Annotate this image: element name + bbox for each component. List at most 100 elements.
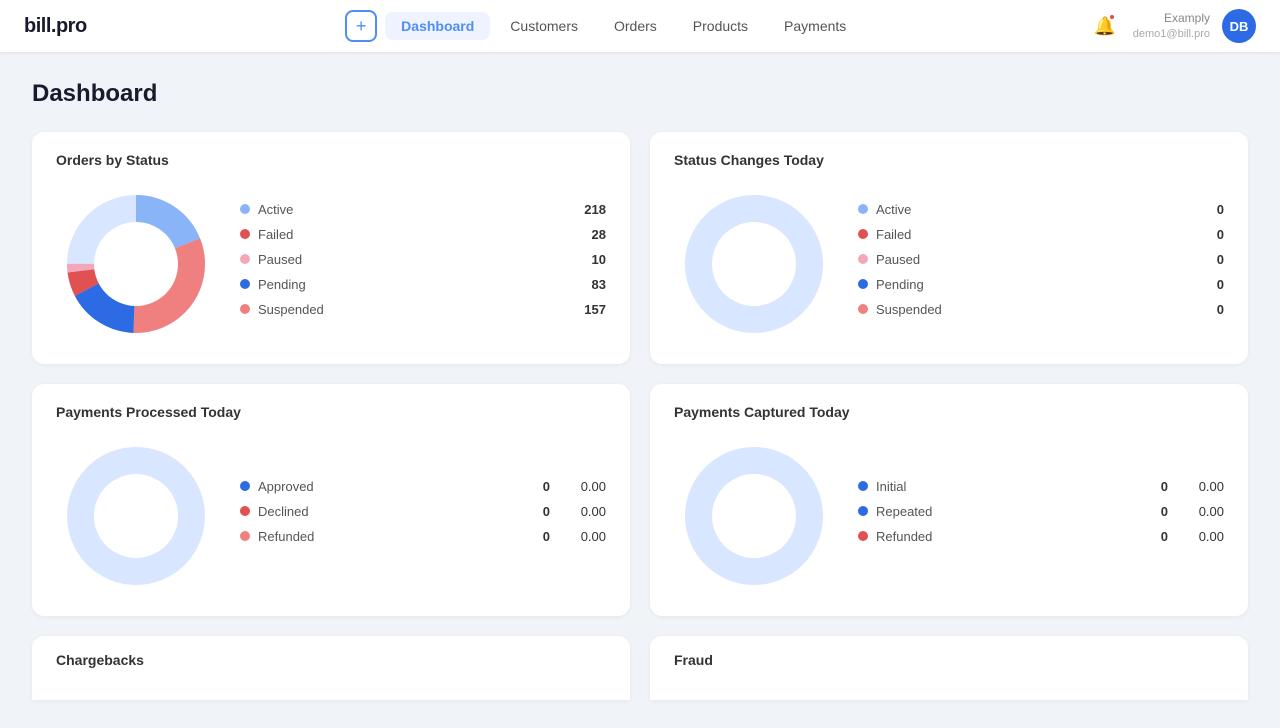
pc-repeated-amount: 0.00 xyxy=(1176,504,1224,519)
pp-legend-approved: Approved 0 0.00 xyxy=(240,479,606,494)
payments-processed-donut xyxy=(56,436,216,596)
sc-legend-paused: Paused 0 xyxy=(858,252,1224,267)
failed-label: Failed xyxy=(258,227,568,242)
pp-refunded-amount: 0.00 xyxy=(558,529,606,544)
pc-legend-initial: Initial 0 0.00 xyxy=(858,479,1224,494)
nav-item-customers[interactable]: Customers xyxy=(494,12,594,40)
pp-legend-declined: Declined 0 0.00 xyxy=(240,504,606,519)
header: bill.pro + Dashboard Customers Orders Pr… xyxy=(0,0,1280,52)
pp-declined-label: Declined xyxy=(258,504,522,519)
sc-pending-value: 0 xyxy=(1194,277,1224,292)
pp-approved-amount: 0.00 xyxy=(558,479,606,494)
pc-repeated-dot xyxy=(858,506,868,516)
pp-declined-amount: 0.00 xyxy=(558,504,606,519)
orders-by-status-content: Active 218 Failed 28 Paused 10 xyxy=(56,184,606,344)
pc-refunded-amount: 0.00 xyxy=(1176,529,1224,544)
pc-refunded-label: Refunded xyxy=(876,529,1140,544)
fraud-title: Fraud xyxy=(674,652,1224,668)
user-info: Examply demo1@bill.pro xyxy=(1133,11,1210,41)
pc-initial-amount: 0.00 xyxy=(1176,479,1224,494)
notification-dot xyxy=(1108,13,1116,21)
pp-approved-count: 0 xyxy=(530,479,550,494)
pc-repeated-count: 0 xyxy=(1148,504,1168,519)
sc-suspended-value: 0 xyxy=(1194,302,1224,317)
legend-failed: Failed 28 xyxy=(240,227,606,242)
pp-refunded-label: Refunded xyxy=(258,529,522,544)
active-value: 218 xyxy=(576,202,606,217)
orders-by-status-legend: Active 218 Failed 28 Paused 10 xyxy=(240,202,606,327)
failed-value: 28 xyxy=(576,227,606,242)
status-changes-card: Status Changes Today Active 0 xyxy=(650,132,1248,364)
nav-item-products[interactable]: Products xyxy=(677,12,764,40)
sc-suspended-label: Suspended xyxy=(876,302,1186,317)
pending-value: 83 xyxy=(576,277,606,292)
active-dot xyxy=(240,204,250,214)
legend-active: Active 218 xyxy=(240,202,606,217)
sc-pending-label: Pending xyxy=(876,277,1186,292)
payments-captured-donut xyxy=(674,436,834,596)
user-name: Examply xyxy=(1164,11,1210,27)
logo: bill.pro xyxy=(24,15,87,38)
orders-by-status-card: Orders by Status xyxy=(32,132,630,364)
avatar[interactable]: DB xyxy=(1222,9,1256,43)
pc-legend-repeated: Repeated 0 0.00 xyxy=(858,504,1224,519)
page-title: Dashboard xyxy=(32,80,1248,108)
paused-value: 10 xyxy=(576,252,606,267)
sc-failed-label: Failed xyxy=(876,227,1186,242)
sc-paused-dot xyxy=(858,254,868,264)
pc-legend-refunded: Refunded 0 0.00 xyxy=(858,529,1224,544)
main-nav: + Dashboard Customers Orders Products Pa… xyxy=(119,10,1089,42)
payments-processed-content: Approved 0 0.00 Declined 0 0.00 Refunded… xyxy=(56,436,606,596)
payments-captured-card: Payments Captured Today Initial 0 0.00 xyxy=(650,384,1248,616)
sc-failed-dot xyxy=(858,229,868,239)
orders-donut-chart xyxy=(56,184,216,344)
sc-active-dot xyxy=(858,204,868,214)
legend-suspended: Suspended 157 xyxy=(240,302,606,317)
pending-dot xyxy=(240,279,250,289)
failed-dot xyxy=(240,229,250,239)
pc-initial-label: Initial xyxy=(876,479,1140,494)
sc-legend-active: Active 0 xyxy=(858,202,1224,217)
pp-approved-label: Approved xyxy=(258,479,522,494)
sc-suspended-dot xyxy=(858,304,868,314)
payments-processed-legend: Approved 0 0.00 Declined 0 0.00 Refunded… xyxy=(240,479,606,554)
add-button[interactable]: + xyxy=(345,10,377,42)
main-content: Dashboard Orders by Status xyxy=(0,52,1280,728)
sc-paused-label: Paused xyxy=(876,252,1186,267)
sc-paused-value: 0 xyxy=(1194,252,1224,267)
suspended-dot xyxy=(240,304,250,314)
payments-processed-title: Payments Processed Today xyxy=(56,404,606,420)
pp-declined-count: 0 xyxy=(530,504,550,519)
pending-label: Pending xyxy=(258,277,568,292)
pp-refunded-dot xyxy=(240,531,250,541)
payments-captured-title: Payments Captured Today xyxy=(674,404,1224,420)
sc-active-value: 0 xyxy=(1194,202,1224,217)
paused-dot xyxy=(240,254,250,264)
payments-processed-card: Payments Processed Today Approved 0 0.00 xyxy=(32,384,630,616)
paused-label: Paused xyxy=(258,252,568,267)
sc-legend-suspended: Suspended 0 xyxy=(858,302,1224,317)
payments-captured-legend: Initial 0 0.00 Repeated 0 0.00 Refunded … xyxy=(858,479,1224,554)
legend-pending: Pending 83 xyxy=(240,277,606,292)
notifications-button[interactable]: 🔔 xyxy=(1089,10,1121,42)
nav-item-dashboard[interactable]: Dashboard xyxy=(385,12,490,40)
status-changes-title: Status Changes Today xyxy=(674,152,1224,168)
pc-initial-count: 0 xyxy=(1148,479,1168,494)
user-email: demo1@bill.pro xyxy=(1133,27,1210,41)
sc-active-label: Active xyxy=(876,202,1186,217)
pc-repeated-label: Repeated xyxy=(876,504,1140,519)
fraud-card: Fraud xyxy=(650,636,1248,700)
header-right: 🔔 Examply demo1@bill.pro DB xyxy=(1089,9,1256,43)
status-changes-donut xyxy=(674,184,834,344)
dashboard-grid: Orders by Status xyxy=(32,132,1248,700)
chargebacks-card: Chargebacks xyxy=(32,636,630,700)
sc-pending-dot xyxy=(858,279,868,289)
nav-item-payments[interactable]: Payments xyxy=(768,12,862,40)
pp-approved-dot xyxy=(240,481,250,491)
status-changes-content: Active 0 Failed 0 Paused 0 xyxy=(674,184,1224,344)
pp-refunded-count: 0 xyxy=(530,529,550,544)
nav-item-orders[interactable]: Orders xyxy=(598,12,673,40)
sc-failed-value: 0 xyxy=(1194,227,1224,242)
orders-by-status-title: Orders by Status xyxy=(56,152,606,168)
status-changes-legend: Active 0 Failed 0 Paused 0 xyxy=(858,202,1224,327)
